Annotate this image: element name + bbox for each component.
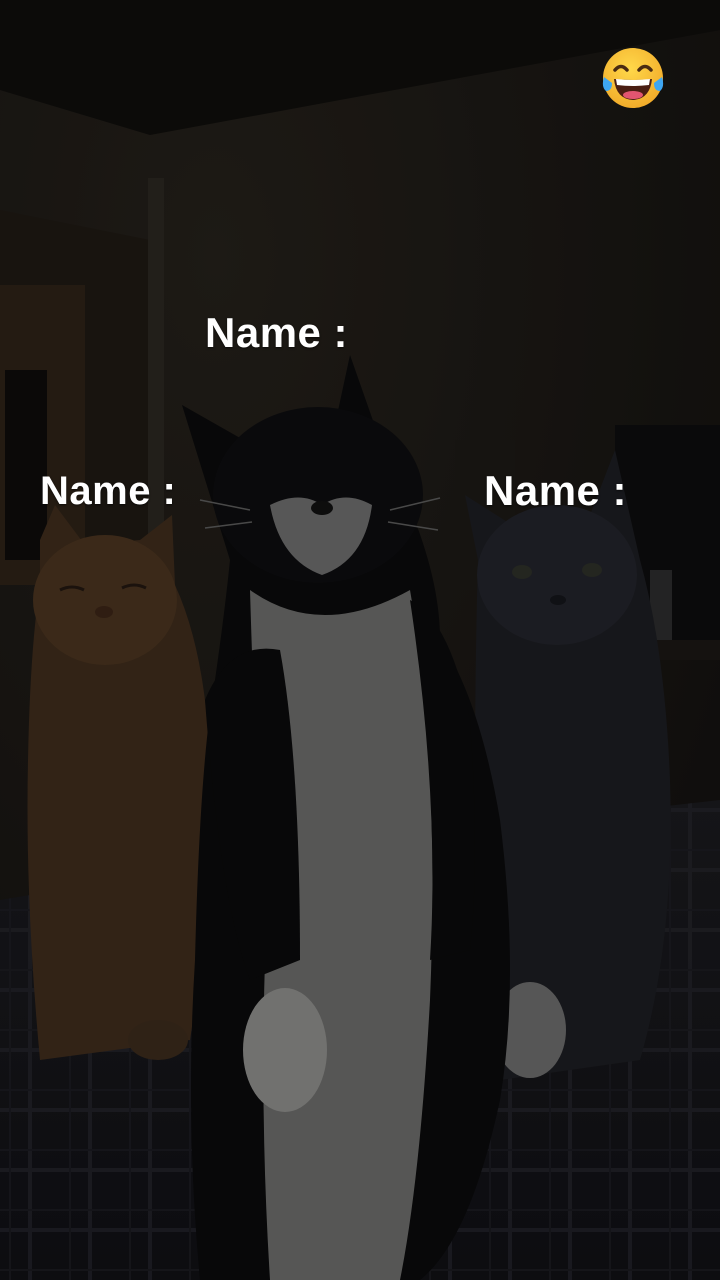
background-photo <box>0 0 720 1280</box>
name-label-left[interactable]: Name : <box>40 469 176 514</box>
name-label-top[interactable]: Name : <box>205 309 348 357</box>
name-label-right[interactable]: Name : <box>484 467 627 515</box>
face-with-tears-of-joy-icon[interactable] <box>600 45 666 111</box>
